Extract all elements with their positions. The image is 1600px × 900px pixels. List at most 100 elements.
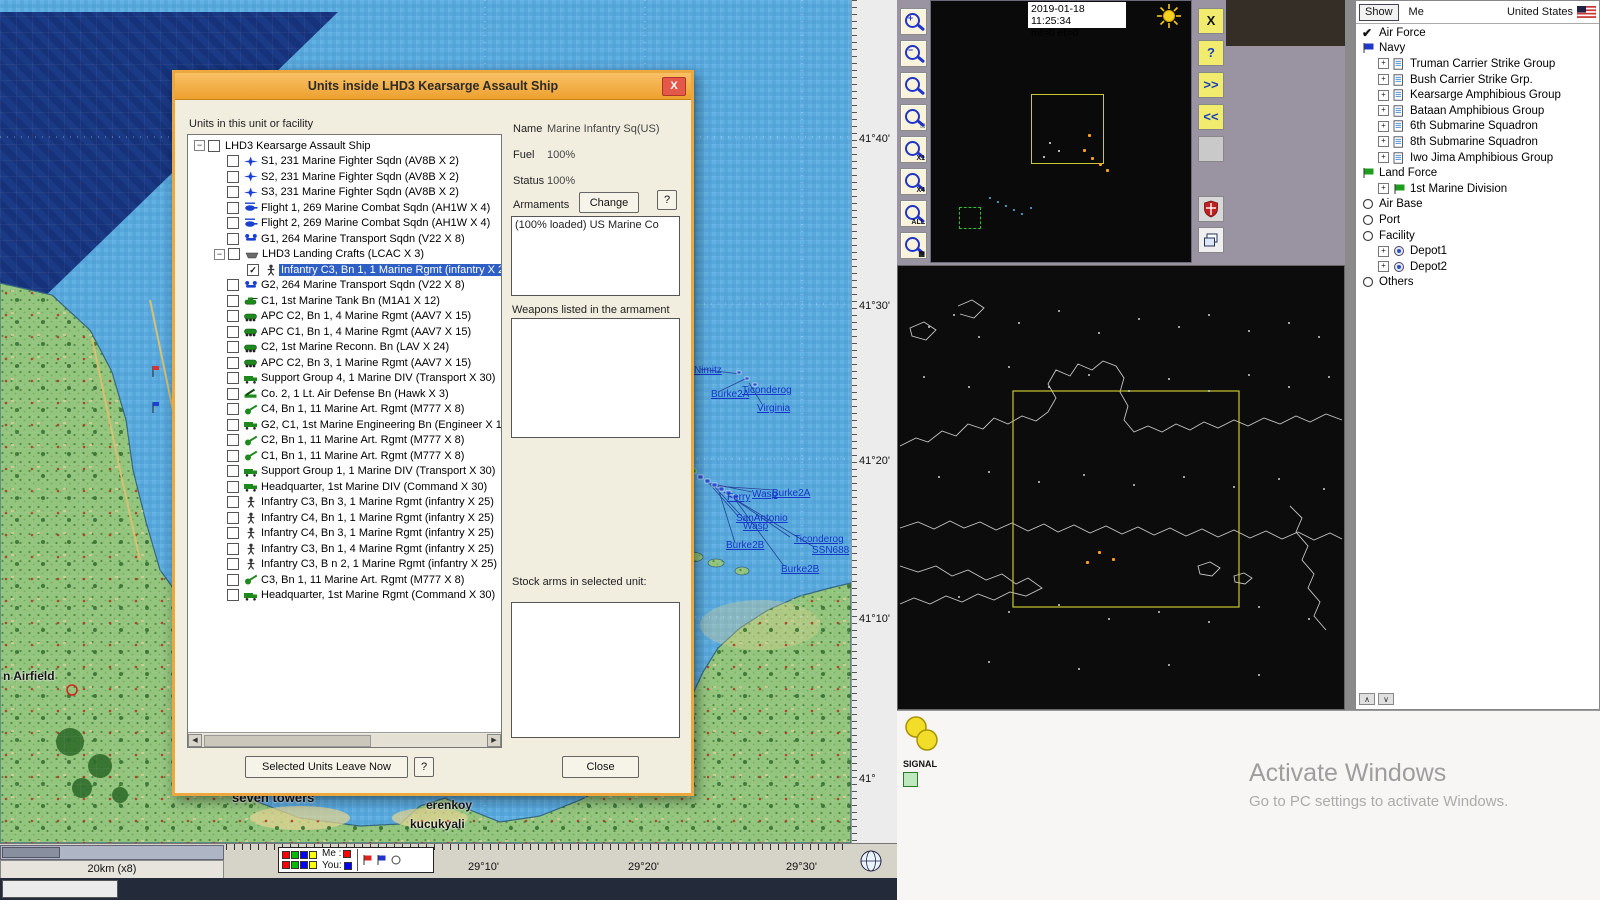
unit-tree-item[interactable]: Infantry C4, Bn 3, 1 Marine Rgmt (infant… — [190, 526, 501, 542]
globe-icon[interactable] — [858, 848, 886, 874]
roster-item[interactable]: ✔Air Force — [1358, 25, 1597, 41]
zoom-in-button[interactable]: + — [900, 8, 927, 35]
tree-expander[interactable]: + — [1378, 152, 1389, 163]
unit-checkbox[interactable] — [227, 465, 239, 477]
unit-map-label[interactable]: Burke2B — [726, 540, 764, 551]
tree-expander[interactable]: + — [1378, 246, 1389, 257]
unit-tree-item[interactable]: Infantry C3, B n 2, 1 Marine Rgmt (infan… — [190, 557, 501, 573]
scroll-down-button[interactable]: ∨ — [1378, 693, 1394, 705]
panel-prev-button[interactable]: << — [1198, 104, 1224, 130]
unit-map-label[interactable]: Virginia — [757, 403, 790, 414]
unit-tree-item[interactable]: C4, Bn 1, 11 Marine Art. Rgmt (M777 X 8) — [190, 402, 501, 418]
map-horizontal-scrollbar[interactable] — [0, 845, 224, 860]
close-button[interactable]: Close — [562, 756, 639, 778]
unit-map-label[interactable]: Ferry — [727, 492, 750, 503]
unit-tree-item[interactable]: C3, Bn 1, 11 Marine Art. Rgmt (M777 X 8) — [190, 572, 501, 588]
unit-tree-item[interactable]: Support Group 1, 1 Marine DIV (Transport… — [190, 464, 501, 480]
unit-checkbox[interactable] — [227, 574, 239, 586]
strategic-map[interactable] — [897, 265, 1345, 710]
tree-expander[interactable]: + — [1378, 136, 1389, 147]
unit-checkbox[interactable] — [227, 434, 239, 446]
unit-tree-item[interactable]: APC C2, Bn 1, 4 Marine Rgmt (AAV7 X 15) — [190, 309, 501, 325]
stock-arms-list[interactable] — [511, 602, 680, 738]
roster-item[interactable]: +8th Submarine Squadron — [1358, 134, 1597, 150]
zoom-window-button[interactable] — [900, 72, 927, 99]
unit-checkbox[interactable] — [227, 295, 239, 307]
unit-tree-item[interactable]: Flight 1, 269 Marine Combat Sqdn (AH1W X… — [190, 200, 501, 216]
unit-checkbox[interactable] — [227, 589, 239, 601]
armament-help-button[interactable]: ? — [657, 190, 677, 210]
unit-map-label[interactable]: Burke2A — [772, 488, 810, 499]
roster-item[interactable]: Land Force — [1358, 165, 1597, 181]
unit-checkbox[interactable] — [227, 341, 239, 353]
unit-checkbox[interactable] — [227, 558, 239, 570]
unit-map-label[interactable]: Wasp — [743, 521, 768, 532]
scroll-right-button[interactable]: ▶ — [487, 734, 501, 747]
roster-item[interactable]: +Iwo Jima Amphibious Group — [1358, 150, 1597, 166]
roster-item[interactable]: +6th Submarine Squadron — [1358, 119, 1597, 135]
roster-item[interactable]: Navy — [1358, 41, 1597, 57]
unit-checkbox[interactable] — [227, 403, 239, 415]
zoom-all-button[interactable]: ALL — [900, 200, 927, 227]
unit-checkbox[interactable] — [227, 372, 239, 384]
unit-tree-item[interactable]: −LHD3 Kearsarge Assault Ship — [190, 138, 501, 154]
panel-next-button[interactable]: >> — [1198, 72, 1224, 98]
unit-tree-item[interactable]: Support Group 4, 1 Marine DIV (Transport… — [190, 371, 501, 387]
leave-now-button[interactable]: Selected Units Leave Now — [245, 756, 408, 778]
unit-tree-item[interactable]: C2, 1st Marine Reconn. Bn (LAV X 24) — [190, 340, 501, 356]
unit-map-label[interactable]: Nimitz — [694, 365, 722, 376]
roster-item[interactable]: +Kearsarge Amphibious Group — [1358, 87, 1597, 103]
panel-blank-button[interactable] — [1198, 136, 1224, 162]
roster-item[interactable]: +Truman Carrier Strike Group — [1358, 56, 1597, 72]
unit-checkbox[interactable] — [227, 186, 239, 198]
unit-tree-item[interactable]: APC C1, Bn 1, 4 Marine Rgmt (AAV7 X 15) — [190, 324, 501, 340]
change-armament-button[interactable]: Change — [579, 192, 639, 213]
tree-expander[interactable]: + — [1378, 261, 1389, 272]
scrollbar-track[interactable] — [202, 734, 487, 747]
tree-expander[interactable]: + — [1378, 90, 1389, 101]
unit-checkbox[interactable] — [227, 357, 239, 369]
tree-expander[interactable]: − — [214, 249, 225, 260]
show-button[interactable]: Show — [1359, 4, 1399, 21]
unit-tree-item[interactable]: Infantry C3, Bn 1, 4 Marine Rgmt (infant… — [190, 541, 501, 557]
unit-checkbox[interactable] — [227, 279, 239, 291]
units-tree[interactable]: −LHD3 Kearsarge Assault ShipS1, 231 Mari… — [187, 134, 502, 748]
unit-checkbox[interactable] — [227, 233, 239, 245]
unit-checkbox[interactable] — [227, 512, 239, 524]
minimap[interactable] — [930, 0, 1192, 263]
zoom-out-button[interactable]: − — [900, 40, 927, 67]
unit-tree-item[interactable]: G2, 264 Marine Transport Sqdn (V22 X 8) — [190, 278, 501, 294]
leave-help-button[interactable]: ? — [414, 757, 434, 777]
unit-checkbox[interactable] — [227, 527, 239, 539]
tree-expander[interactable]: + — [1378, 74, 1389, 85]
panel-close-button[interactable]: X — [1198, 8, 1224, 34]
panel-shield-button[interactable] — [1198, 196, 1224, 222]
unit-tree-item[interactable]: APC C2, Bn 3, 1 Marine Rgmt (AAV7 X 15) — [190, 355, 501, 371]
tree-expander[interactable]: + — [1378, 105, 1389, 116]
tree-expander[interactable]: + — [1378, 121, 1389, 132]
unit-tree-item[interactable]: G2, C1, 1st Marine Engineering Bn (Engin… — [190, 417, 501, 433]
roster-item[interactable]: +Bataan Amphibious Group — [1358, 103, 1597, 119]
unit-checkbox[interactable] — [227, 326, 239, 338]
unit-map-label[interactable]: Ticonderog — [742, 385, 792, 396]
unit-checkbox[interactable] — [227, 450, 239, 462]
unit-checkbox[interactable] — [227, 388, 239, 400]
unit-tree-item[interactable]: S1, 231 Marine Fighter Sqdn (AV8B X 2) — [190, 154, 501, 170]
roster-item[interactable]: +Depot1 — [1358, 243, 1597, 259]
unit-tree-item[interactable]: S2, 231 Marine Fighter Sqdn (AV8B X 2) — [190, 169, 501, 185]
roster-item[interactable]: Facility — [1358, 228, 1597, 244]
unit-tree-item[interactable]: Headquarter, 1st Marine DIV (Command X 3… — [190, 479, 501, 495]
signal-widget[interactable]: SIGNAL — [903, 715, 947, 787]
unit-tree-item[interactable]: C2, Bn 1, 11 Marine Art. Rgmt (M777 X 8) — [190, 433, 501, 449]
roster-item[interactable]: Others — [1358, 275, 1597, 291]
unit-tree-item[interactable]: Headquarter, 1st Marine Rgmt (Command X … — [190, 588, 501, 604]
unit-tree-item[interactable]: C1, 1st Marine Tank Bn (M1A1 X 12) — [190, 293, 501, 309]
panel-layers-button[interactable] — [1198, 227, 1224, 253]
tree-horizontal-scrollbar[interactable]: ◀ ▶ — [188, 732, 501, 747]
panel-help-button[interactable]: ? — [1198, 40, 1224, 66]
weapons-list[interactable] — [511, 318, 680, 438]
tree-expander[interactable]: − — [194, 140, 205, 151]
zoom-pan-button[interactable]: □ — [900, 104, 927, 131]
unit-tree-item[interactable]: −LHD3 Landing Crafts (LCAC X 3) — [190, 247, 501, 263]
unit-map-label[interactable]: Ticonderog — [794, 534, 844, 545]
